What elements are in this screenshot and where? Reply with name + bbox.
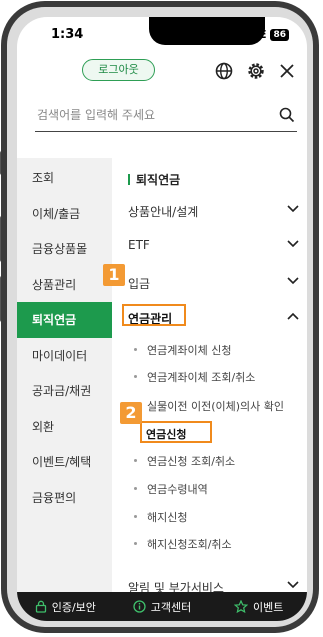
menu-termination-inquiry[interactable]: 해지신청조회/취소 [134,536,232,552]
side-button [0,151,1,175]
sub-item-label: 연금수령내역 [147,483,208,496]
status-time: 1:34 [51,27,84,42]
search-bar [35,101,297,132]
sub-item-label: 연금계좌이체 조회/취소 [147,371,256,384]
menu-physical-transfer-confirm[interactable]: 실물이전 이전(이체)의사 확인 [134,398,284,414]
accordion-label: 상품안내/설계 [128,205,199,219]
search-icon[interactable] [279,107,295,123]
lock-icon [35,600,46,613]
section-marker [128,174,130,185]
signal-icon [231,30,243,39]
step-marker-2: 2 [120,402,142,424]
sub-item-label: 연금계좌이체 신청 [147,344,232,357]
category-sidebar: 조회 이체/출금 금융상품몰 상품관리 퇴직연금 마이데이터 공과금/채권 외환… [17,158,112,592]
globe-icon[interactable] [214,61,234,81]
info-icon [133,600,146,613]
bottom-item-auth-security[interactable]: 인증/보안 [17,599,114,615]
close-icon[interactable] [277,61,297,81]
accordion-label: 입금 [128,277,151,291]
sidebar-item-forex[interactable]: 외환 [17,409,112,445]
network-label: LTE [246,28,267,41]
sidebar-item-products-mall[interactable]: 금융상품몰 [17,231,112,267]
search-input[interactable] [35,101,257,129]
logout-button[interactable]: 로그아웃 [82,59,155,81]
section-title-text: 퇴직연금 [136,173,181,187]
menu-pension-transfer-inquiry[interactable]: 연금계좌이체 조회/취소 [134,369,255,385]
sidebar-item-transfer[interactable]: 이체/출금 [17,196,112,232]
accordion-label: ETF [128,238,150,252]
bottom-bar: 인증/보안 고객센터 이벤트 [17,592,307,621]
sidebar-item-utility-bonds[interactable]: 공과금/채권 [17,373,112,409]
sub-item-label: 해지신청 [147,511,188,524]
sidebar-item-retirement-pension[interactable]: 퇴직연금 [17,302,112,338]
accordion-product-guide[interactable]: 상품안내/설계 [112,194,307,228]
star-icon [233,600,248,613]
sidebar-item-convenience[interactable]: 금융편의 [17,480,112,516]
menu-pension-transfer-apply[interactable]: 연금계좌이체 신청 [134,342,231,358]
menu-pension-receipt-history[interactable]: 연금수령내역 [134,481,208,497]
bottom-item-label: 이벤트 [252,600,284,614]
sidebar-item-events[interactable]: 이벤트/혜택 [17,444,112,480]
status-indicators: LTE 86 [231,28,289,41]
menu-content: 퇴직연금 상품안내/설계 ETF 입금 연금관리 연금계좌이체 신청 연금계좌이… [112,158,307,595]
phone-frame: 1:34 LTE 86 로그아웃 검색어를 입력해 주세요 조회 이체/출금 금… [0,1,319,633]
bottom-item-event[interactable]: 이벤트 [210,599,307,615]
menu-pension-apply-inquiry[interactable]: 연금신청 조회/취소 [134,453,235,469]
accordion-etf[interactable]: ETF [112,229,307,263]
sidebar-item-mydata[interactable]: 마이데이터 [17,338,112,374]
chevron-up-icon [287,312,299,320]
chevron-down-icon [287,581,299,589]
sidebar-item-product-management[interactable]: 상품관리 [17,267,112,303]
bottom-item-customer-center[interactable]: 고객센터 [114,599,211,615]
sub-item-label: 실물이전 이전(이체)의사 확인 [147,400,285,413]
accordion-deposit[interactable]: 입금 [112,266,307,300]
sub-item-label: 연금신청 조회/취소 [147,455,236,468]
sidebar-item-inquiry[interactable]: 조회 [17,160,112,196]
screen: 1:34 LTE 86 로그아웃 검색어를 입력해 주세요 조회 이체/출금 금… [17,17,307,621]
highlight-box-pension-apply [140,421,212,443]
bottom-item-label: 인증/보안 [51,600,96,614]
step-marker-1: 1 [103,264,125,286]
side-button [0,276,1,322]
gear-icon[interactable] [246,61,266,81]
section-title: 퇴직연금 [128,171,180,188]
sub-item-label: 해지신청조회/취소 [147,538,232,551]
bottom-item-label: 고객센터 [150,600,192,614]
chevron-down-icon [287,277,299,285]
battery-icon: 86 [270,28,289,41]
chevron-down-icon [287,205,299,213]
chevron-down-icon [287,240,299,248]
highlight-box-pension-management [122,304,186,326]
side-button [0,216,1,262]
menu-termination-apply[interactable]: 해지신청 [134,509,187,525]
